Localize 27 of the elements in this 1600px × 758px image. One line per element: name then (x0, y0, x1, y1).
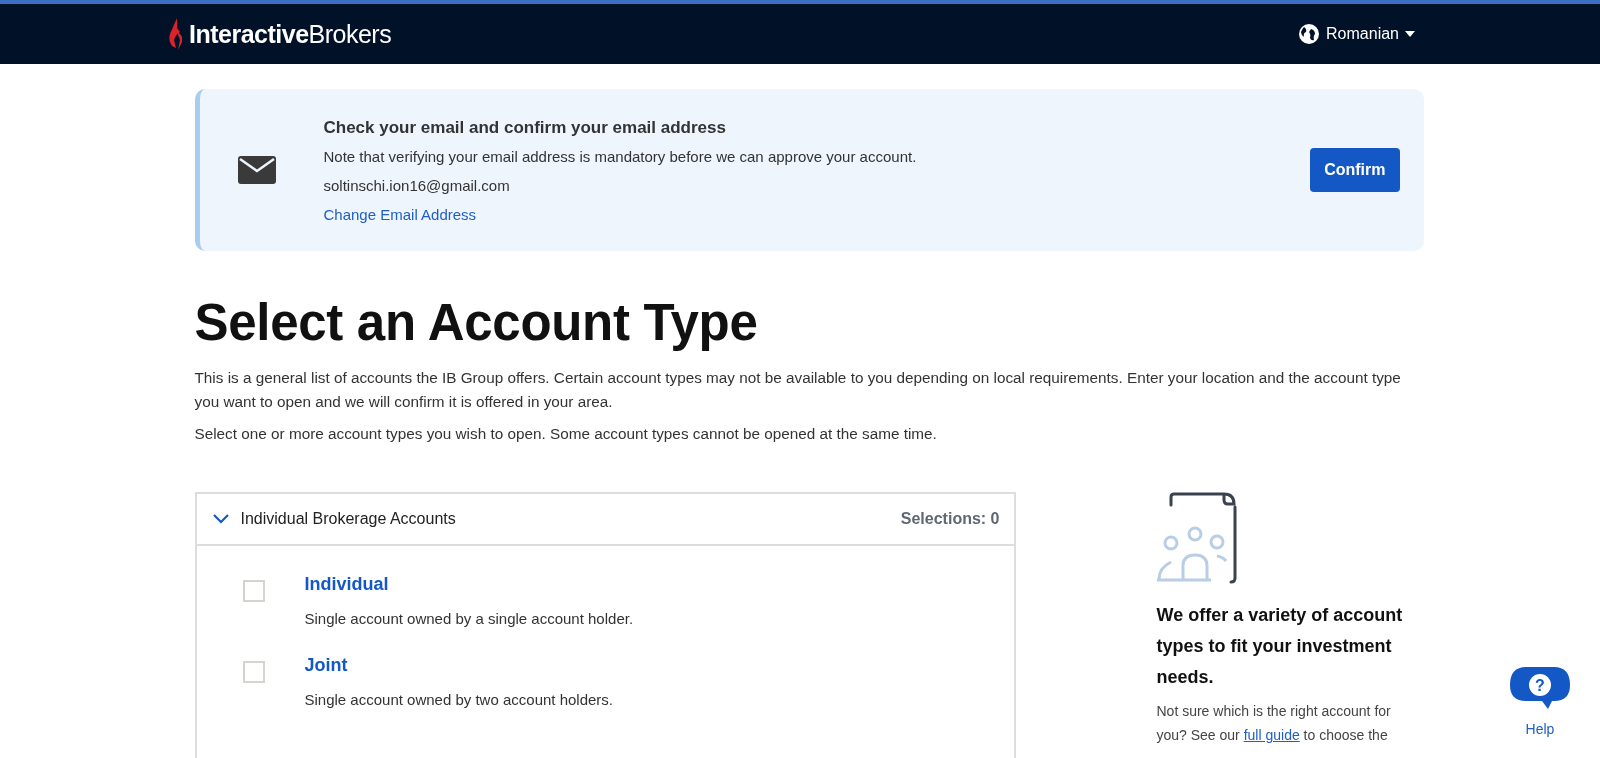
sidebar-heading: We offer a variety of account types to fit your investment needs. (1156, 604, 1404, 689)
sidebar-text: Not sure which is the right account for you? See our full guide to choose the (1156, 702, 1392, 745)
checkbox[interactable] (242, 661, 265, 683)
chevron-down-icon (212, 514, 229, 524)
intro-text: This is a general list of accounts the IB Group offers. Certain account types may not be available to you depending on local requirements. Enter your location and the account type you want to open and we will confirm it is offered in your area. (194, 368, 1402, 412)
caret-icon (1405, 31, 1415, 37)
account-type-link[interactable]: Joint (304, 655, 348, 676)
envelope-icon (237, 156, 276, 184)
change-email-link[interactable]: Change Email Address (323, 205, 477, 223)
banner-note: Note that verifying your email address is mandatory before we can approve your account. (323, 147, 918, 165)
language-selector[interactable]: Romanian (1298, 23, 1415, 45)
help-button[interactable]: ? Help (1508, 665, 1572, 737)
confirm-button[interactable]: Confirm (1310, 148, 1400, 192)
instruction-text: Select one or more account types you wish to open. Some account types cannot be opened at the same time. (194, 424, 938, 444)
page-title: Select an Account Type (194, 293, 759, 352)
account-type-description: Single account owned by a single account holder. (304, 610, 634, 627)
brand-logo: InteractiveBrokers (189, 19, 392, 49)
full-guide-link[interactable]: full guide (1243, 727, 1300, 743)
account-type-link[interactable]: Individual (304, 574, 389, 595)
checkbox[interactable] (242, 580, 265, 602)
email-address: soltinschi.ion16@gmail.com (323, 176, 511, 194)
selections-count: Selections: 0 (900, 510, 1000, 528)
group-title: Individual Brokerage Accounts (240, 510, 457, 528)
people-document-icon (1156, 492, 1239, 584)
account-type-description: Single account owned by two account holders. (304, 691, 614, 708)
banner-title: Check your email and confirm your email address (323, 117, 727, 138)
globe-icon (1298, 23, 1321, 45)
